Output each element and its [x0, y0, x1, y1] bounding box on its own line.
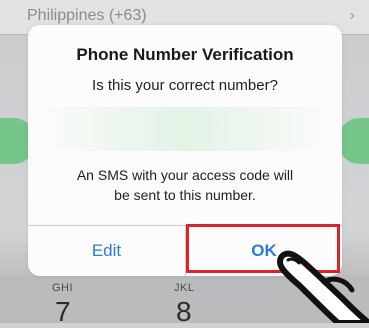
dialog-message-line-2: be sent to this number.: [114, 187, 256, 203]
pointing-hand-icon: [277, 250, 369, 323]
country-label: Philippines (+63): [27, 7, 147, 24]
keypad-letters-ghi: GHI: [52, 282, 74, 294]
keypad-letters-jkl: JKL: [174, 282, 195, 294]
edit-button[interactable]: Edit: [28, 226, 185, 276]
phone-number-field: [40, 107, 330, 151]
green-button-right-edge: [339, 118, 369, 164]
keypad-digit-7[interactable]: 7: [55, 296, 71, 328]
dialog-title: Phone Number Verification: [76, 45, 294, 64]
chevron-right-icon: ›: [349, 7, 355, 24]
dialog-message-line-1: An SMS with your access code will: [76, 167, 294, 183]
keypad-digit-8[interactable]: 8: [176, 296, 192, 328]
dialog-subtitle: Is this your correct number?: [92, 77, 278, 94]
